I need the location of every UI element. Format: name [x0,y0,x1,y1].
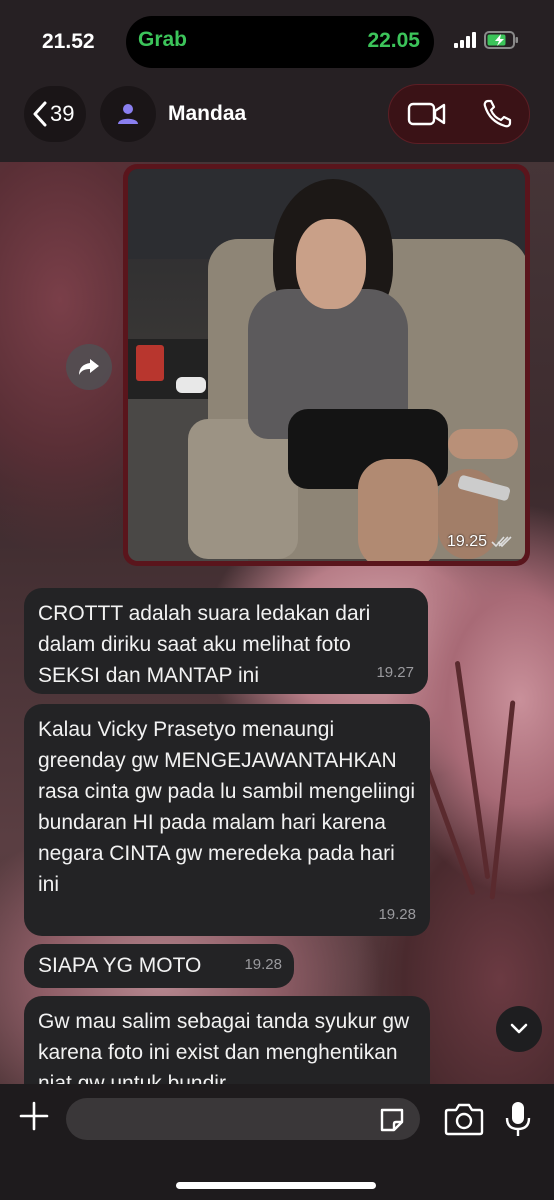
photo-message[interactable]: 19.25 [123,164,530,566]
home-indicator[interactable] [176,1182,376,1189]
unread-count: 39 [50,101,75,126]
message-text: Gw mau salim sebagai tanda syukur gw kar… [38,1010,410,1095]
sticker-icon[interactable] [378,1106,406,1134]
attach-button[interactable] [14,1096,54,1136]
message-timestamp: 19.28 [378,906,416,923]
message-input[interactable] [66,1098,420,1140]
microphone-icon[interactable] [504,1100,532,1138]
chevron-down-icon [510,1023,528,1034]
live-activity[interactable]: Grab 22.05 [126,16,434,68]
chevron-left-icon [33,101,47,127]
plus-icon [19,1101,49,1131]
grab-logo: Grab [138,28,188,51]
camera-icon[interactable] [444,1102,484,1136]
avatar[interactable] [100,86,156,142]
voice-call-icon[interactable] [482,99,512,129]
video-call-icon[interactable] [407,101,447,127]
status-bar: 21.52 Grab 22.05 [0,0,554,84]
message-bubble[interactable]: CROTTT adalah suara ledakan dari dalam d… [24,588,428,694]
message-bubble[interactable]: Kalau Vicky Prasetyo menaungi greenday g… [24,704,430,936]
back-button[interactable]: 39 [24,86,86,142]
cellular-signal-icon [454,32,476,48]
message-timestamp: 19.28 [244,956,282,973]
chat-header: 39 Mandaa [0,84,554,162]
person-icon [118,104,138,124]
message-bubble[interactable]: SIAPA YG MOTO 19.28 [24,944,294,988]
contact-name[interactable]: Mandaa [168,102,246,126]
message-text: SIAPA YG MOTO [38,954,202,977]
forward-icon [79,359,99,375]
message-timestamp: 19.25 [447,533,513,551]
scroll-to-bottom-button[interactable] [496,1006,542,1052]
double-check-icon [491,536,512,548]
clock: 21.52 [42,30,95,53]
message-text: Kalau Vicky Prasetyo menaungi greenday g… [38,718,416,896]
live-activity-time: 22.05 [367,29,420,52]
photo[interactable]: 19.25 [128,169,525,561]
message-text: CROTTT adalah suara ledakan dari dalam d… [38,602,371,687]
message-timestamp: 19.27 [376,664,414,681]
call-buttons [388,84,530,144]
forward-button[interactable] [66,344,112,390]
battery-charging-icon [484,31,518,49]
